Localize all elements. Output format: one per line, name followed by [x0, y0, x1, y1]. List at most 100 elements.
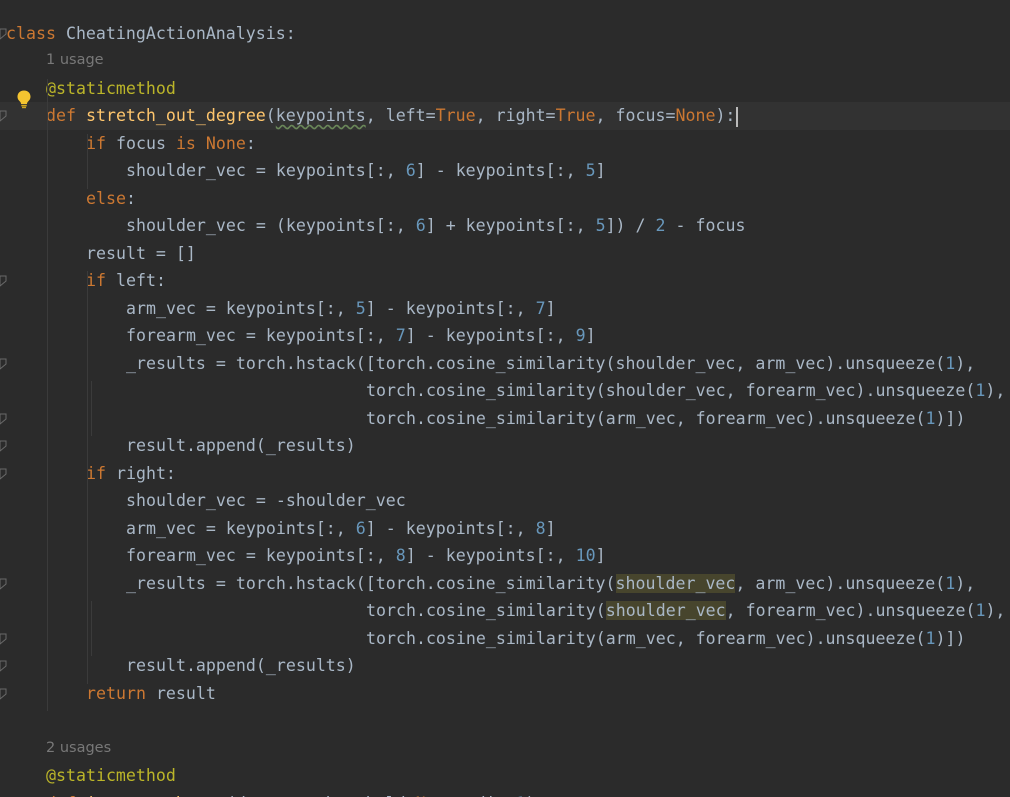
fold-marker-icon[interactable] [0, 28, 7, 40]
fold-marker-icon[interactable] [0, 440, 7, 452]
number-token: 5 [585, 161, 596, 180]
code-token: result.append(_results) [126, 436, 356, 455]
code-token: , focus= [595, 106, 676, 125]
code-token: result = [] [86, 243, 196, 263]
code-token: ]) / [605, 216, 656, 235]
number-token: 6 [405, 161, 416, 180]
code-token: - focus [665, 216, 746, 235]
code-token: ), [955, 353, 976, 373]
usage-hint[interactable]: 1 usage [0, 47, 1010, 75]
code-line: shoulder_vec = (keypoints[:, 6] + keypoi… [0, 212, 1010, 240]
code-line: torch.cosine_similarity(shoulder_vec, fo… [0, 377, 1010, 405]
code-token: , arm_vec).unsqueeze( [735, 573, 946, 593]
code-token: ] [585, 326, 596, 345]
code-line: torch.cosine_similarity(arm_vec, forearm… [0, 625, 1010, 653]
code-line: torch.cosine_similarity(shoulder_vec, fo… [0, 597, 1010, 625]
code-line: result.append(_results) [0, 652, 1010, 680]
code-token: shoulder_vec = (keypoints[:, [126, 216, 416, 235]
warning-underlined-token: keypoints [275, 106, 366, 125]
code-line: result = [] [0, 240, 1010, 268]
lightbulb-icon[interactable] [15, 89, 33, 109]
number-token: 1 [945, 353, 956, 373]
code-token: )]) [935, 628, 966, 648]
code-line: forearm_vec = keypoints[:, 7] - keypoint… [0, 322, 1010, 350]
fold-marker-icon[interactable] [0, 413, 7, 425]
code-token: (degree, threshold= [226, 794, 416, 797]
code-line: def stretch_out_degree(keypoints, left=T… [0, 102, 1010, 130]
class-name-token: CheatingActionAnalysis [65, 23, 286, 43]
code-line: @staticmethod [0, 762, 1010, 790]
number-token: 8 [395, 546, 406, 565]
indent-guide [47, 78, 48, 711]
code-line: arm_vec = keypoints[:, 6] - keypoints[:,… [0, 515, 1010, 543]
indent-guide [91, 601, 92, 656]
fold-marker-icon[interactable] [0, 275, 7, 287]
keyword-token: class [6, 23, 66, 43]
function-name-token: is_stretch_out [86, 794, 226, 797]
code-token: ] [545, 518, 556, 538]
code-token: arm_vec = keypoints[:, [126, 298, 356, 318]
keyword-token: None [675, 106, 716, 125]
code-line: if right: [0, 460, 1010, 488]
number-token: 1 [945, 573, 956, 593]
code-line: _results = torch.hstack([torch.cosine_si… [0, 350, 1010, 378]
fold-marker-icon[interactable] [0, 110, 7, 122]
code-token: _results = torch.hstack([torch.cosine_si… [126, 353, 946, 373]
number-token: 5 [355, 298, 366, 318]
number-token: 6 [355, 518, 366, 538]
code-line: shoulder_vec = keypoints[:, 6] - keypoin… [0, 157, 1010, 185]
fold-marker-icon[interactable] [0, 633, 7, 645]
code-token: , left= [365, 106, 436, 125]
code-token: torch.cosine_similarity( [366, 601, 606, 620]
keyword-token: is None [175, 133, 246, 153]
code-line: result.append(_results) [0, 432, 1010, 460]
number-token: 9 [575, 326, 586, 345]
usage-hint-text[interactable]: 2 usages [46, 735, 111, 763]
code-token: shoulder_vec = -shoulder_vec [126, 491, 406, 510]
code-token: ] + keypoints[:, [425, 216, 596, 235]
indent-guide [91, 381, 92, 436]
code-token: torch.cosine_similarity(shoulder_vec, fo… [366, 381, 976, 400]
number-token: 1 [516, 794, 526, 797]
keyword-token: return [86, 683, 156, 703]
keyword-token: True [435, 106, 476, 125]
code-area[interactable]: class CheatingActionAnalysis: 1 usage @sta… [0, 0, 1010, 797]
code-token: result [155, 683, 216, 703]
code-token: arm_vec = keypoints[:, [126, 518, 356, 538]
code-token: ), [985, 601, 1006, 620]
fold-marker-icon[interactable] [0, 468, 7, 480]
number-token: 1 [975, 601, 986, 620]
decorator-token: @staticmethod [46, 78, 176, 98]
keyword-token: if [86, 133, 116, 153]
fold-marker-icon[interactable] [0, 578, 7, 590]
code-token: ] - keypoints[:, [365, 298, 536, 318]
keyword-token: if [86, 463, 116, 483]
keyword-token: def [46, 106, 86, 125]
code-token: ] [595, 546, 606, 565]
code-line: forearm_vec = keypoints[:, 8] - keypoint… [0, 542, 1010, 570]
code-token: ): [715, 106, 736, 125]
usage-hint-text[interactable]: 1 usage [46, 47, 104, 75]
code-line: return result [0, 680, 1010, 708]
text-cursor [736, 106, 739, 127]
code-line: arm_vec = keypoints[:, 5] - keypoints[:,… [0, 295, 1010, 323]
code-token: right: [115, 463, 176, 483]
code-line: _results = torch.hstack([torch.cosine_si… [0, 570, 1010, 598]
code-token: torch.cosine_similarity(arm_vec, forearm… [366, 408, 926, 428]
code-token: ), [955, 573, 976, 593]
code-token: focus [115, 133, 176, 153]
fold-marker-icon[interactable] [0, 358, 7, 370]
function-name-token: stretch_out_degree [85, 106, 266, 125]
code-editor[interactable]: class CheatingActionAnalysis: 1 usage @sta… [0, 0, 1010, 797]
code-token: forearm_vec = keypoints[:, [126, 326, 396, 345]
fold-marker-icon[interactable] [0, 688, 7, 700]
highlighted-usage: shoulder_vec [605, 601, 726, 620]
fold-marker-icon[interactable] [0, 660, 7, 672]
number-token: 7 [395, 326, 406, 345]
code-line: shoulder_vec = -shoulder_vec [0, 487, 1010, 515]
code-token: : [245, 133, 256, 153]
code-token: ): [526, 794, 546, 797]
code-token: ), [985, 381, 1006, 400]
usage-hint[interactable]: 2 usages [0, 735, 1010, 763]
